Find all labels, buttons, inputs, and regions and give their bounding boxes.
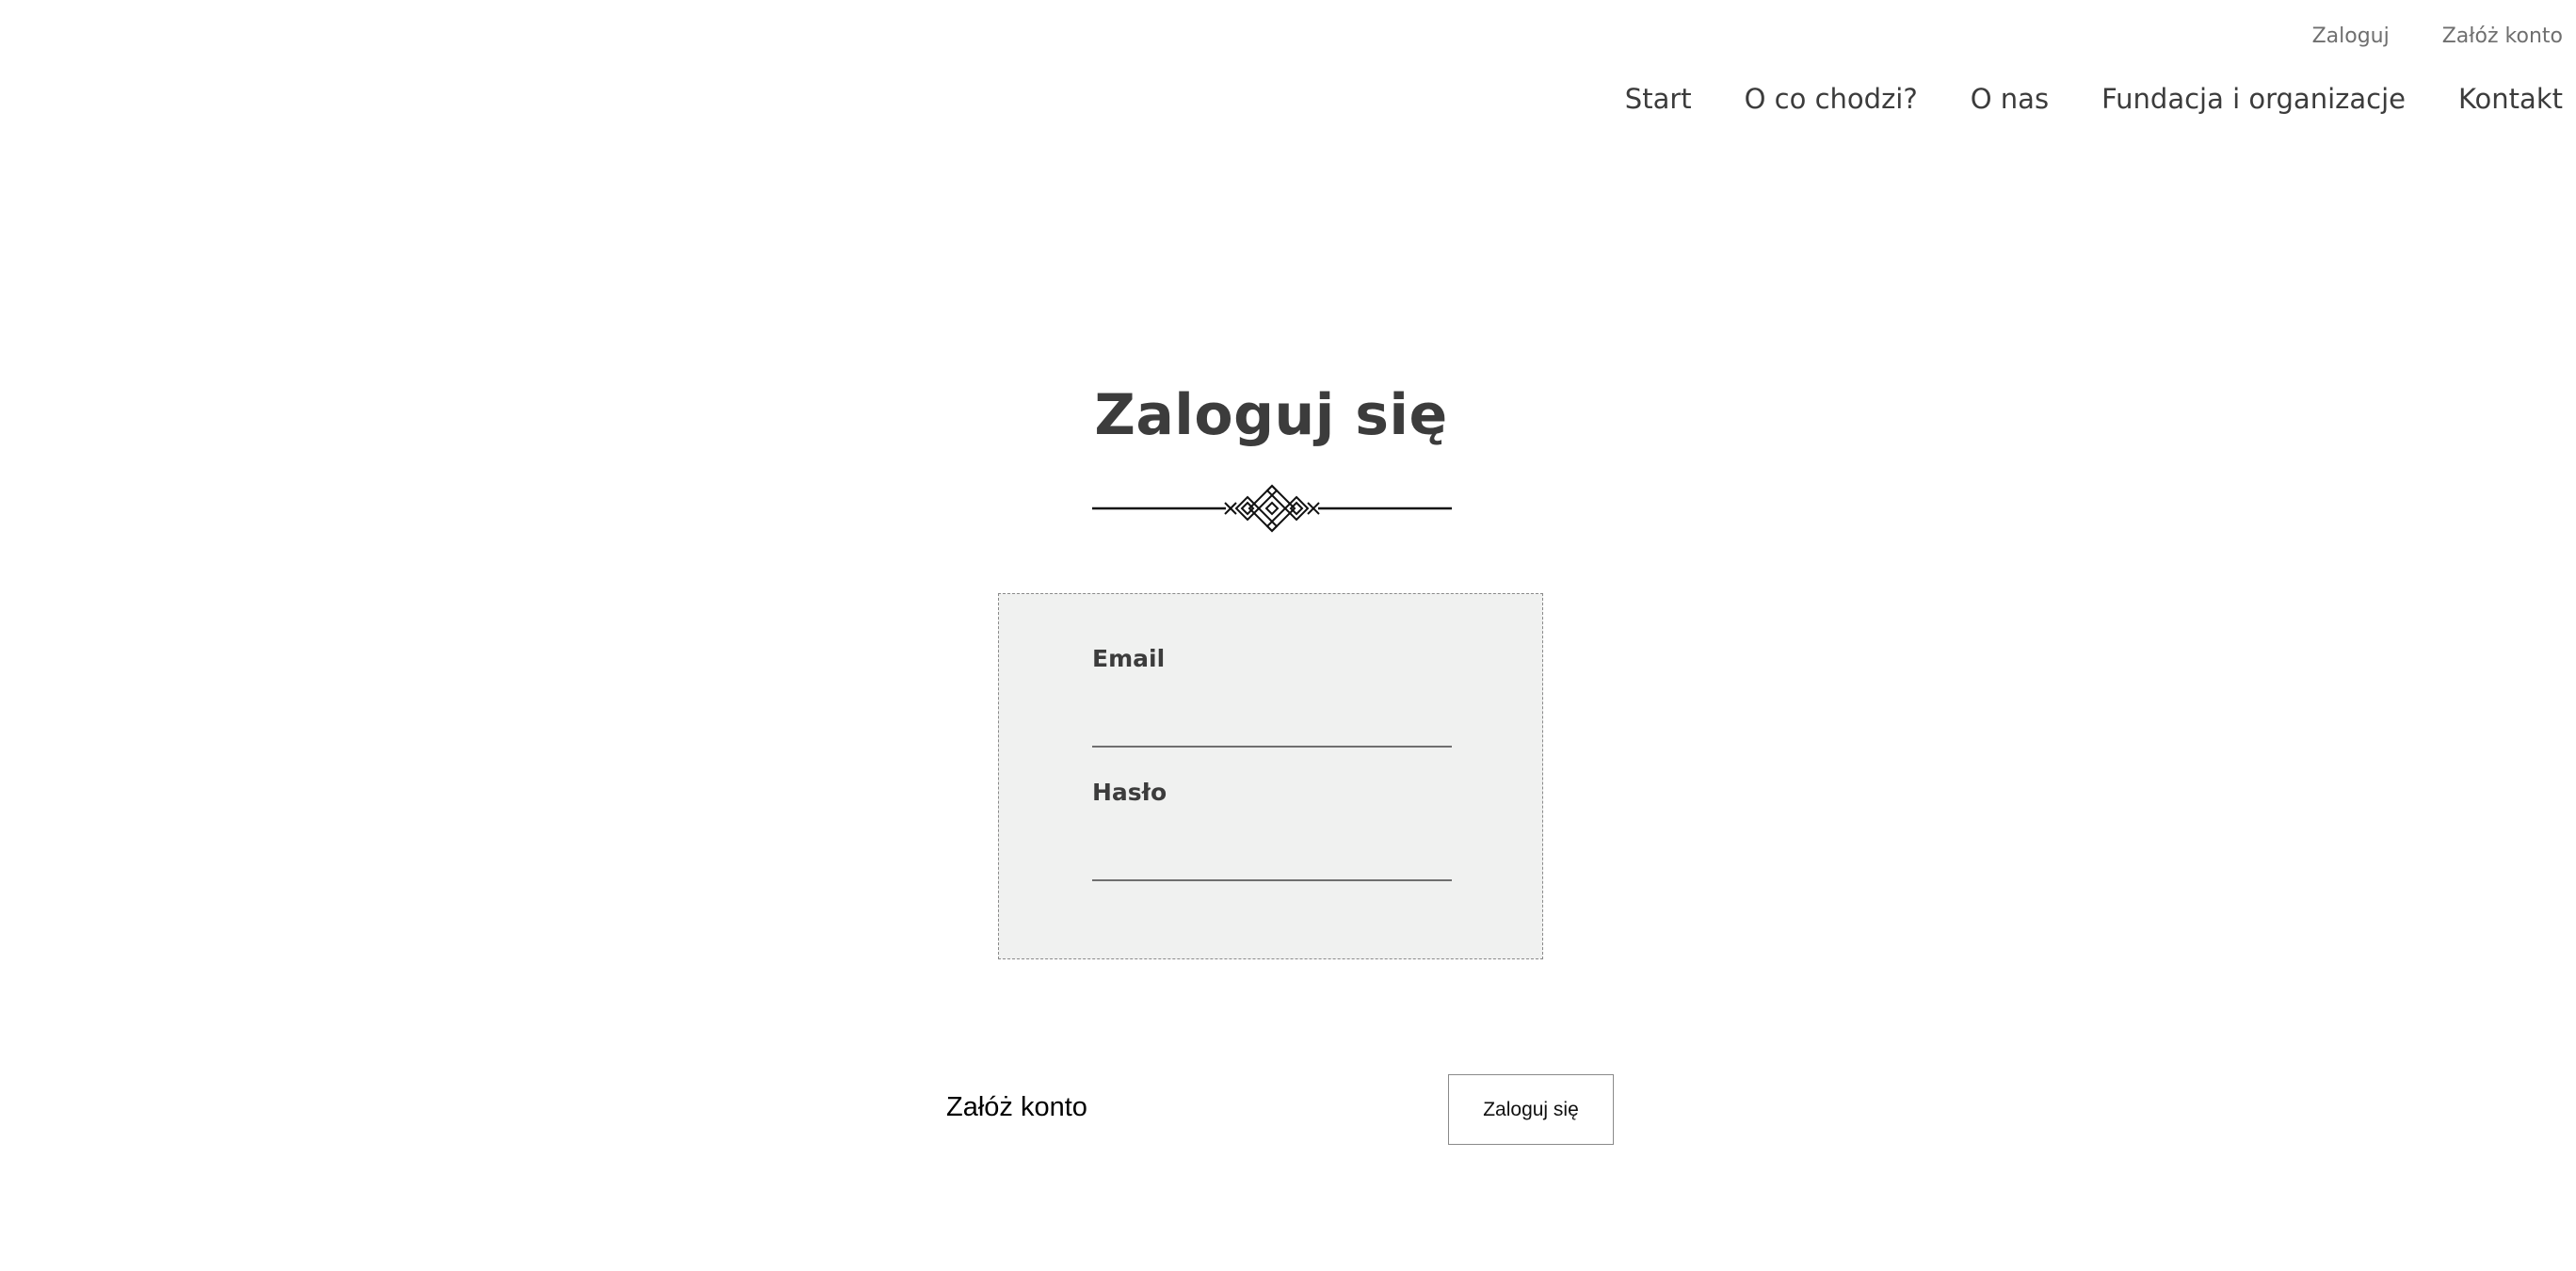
nav-item-start[interactable]: Start xyxy=(1625,83,1692,115)
top-login-link[interactable]: Zaloguj xyxy=(2312,24,2390,48)
login-submit-button[interactable]: Zaloguj się xyxy=(1448,1074,1614,1145)
login-form: Email Hasło xyxy=(998,593,1543,959)
top-links: Zaloguj Załóż konto xyxy=(2312,24,2563,48)
nav-item-foundation[interactable]: Fundacja i organizacje xyxy=(2101,83,2406,115)
email-label: Email xyxy=(1092,645,1166,672)
password-field-group: Hasło xyxy=(1092,779,1452,881)
top-register-link[interactable]: Załóż konto xyxy=(2442,24,2563,48)
password-label: Hasło xyxy=(1092,779,1167,806)
email-field-group: Email xyxy=(1092,645,1452,748)
register-link[interactable]: Załóż konto xyxy=(946,1092,1087,1123)
email-input[interactable] xyxy=(1092,689,1452,748)
password-input[interactable] xyxy=(1092,823,1452,881)
nav-item-about-us[interactable]: O nas xyxy=(1971,83,2049,115)
nav-item-about-what[interactable]: O co chodzi? xyxy=(1745,83,1918,115)
page-title: Zaloguj się xyxy=(1094,382,1448,448)
main-nav: Start O co chodzi? O nas Fundacja i orga… xyxy=(1625,83,2563,115)
nav-item-contact[interactable]: Kontakt xyxy=(2458,83,2563,115)
decorative-divider-icon xyxy=(1092,484,1452,533)
